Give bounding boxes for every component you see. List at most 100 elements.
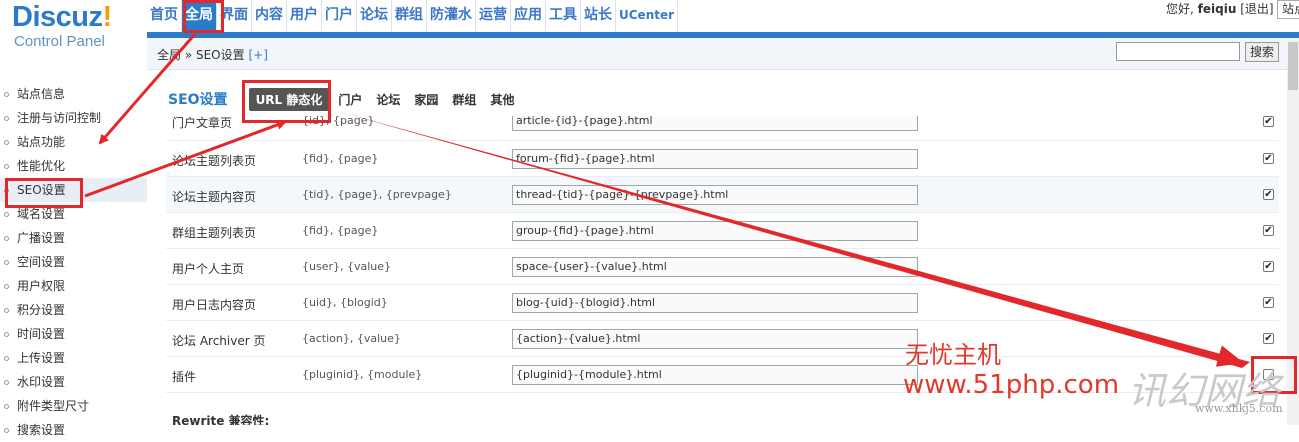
rule-format-input[interactable]: space-{user}-{value}.html: [512, 257, 918, 277]
search-input[interactable]: [1116, 42, 1240, 61]
nav-item[interactable]: 论坛: [357, 0, 392, 32]
seo-tab[interactable]: 门户: [338, 91, 362, 108]
sidebar-item[interactable]: 搜索设置: [0, 418, 147, 442]
nav-item[interactable]: 门户: [322, 0, 357, 32]
sidebar-item[interactable]: 空间设置: [0, 250, 147, 274]
nav-item[interactable]: 首页: [147, 0, 182, 32]
rule-format-input[interactable]: thread-{tid}-{page}-{prevpage}.html: [512, 185, 918, 205]
nav-item[interactable]: 内容: [252, 0, 287, 32]
bullet-icon: [4, 116, 9, 121]
discuz-logo[interactable]: Discuz! Control Panel: [12, 0, 112, 50]
bullet-icon: [4, 212, 9, 217]
table-row: 用户日志内容页 {uid}, {blogid} blog-{uid}-{blogid…: [166, 285, 1279, 321]
nav-item[interactable]: 站长: [581, 0, 616, 32]
sidebar: 站点信息 注册与访问控制 站点功能 性能优化 SEO设置 域名设置 广播设置 空间设置 用户权限…: [0, 70, 147, 437]
nav-item[interactable]: 群组: [392, 0, 427, 32]
user-greeting: 您好,: [1166, 2, 1198, 16]
highlight-seo-sidebar: [5, 178, 83, 208]
search-button[interactable]: 搜索: [1245, 42, 1279, 62]
table-row: 论坛主题内容页 {tid}, {page}, {prevpage} thread-{…: [166, 177, 1279, 213]
rule-name: 群组主题列表页: [172, 226, 257, 240]
rule-enabled-checkbox[interactable]: ✔: [1263, 189, 1274, 200]
highlight-global-tab: [183, 0, 224, 33]
sidebar-item-label: 空间设置: [17, 255, 66, 269]
page-title: SEO设置: [168, 92, 228, 108]
sidebar-item[interactable]: 广播设置: [0, 226, 147, 250]
rule-format-input[interactable]: group-{fid}-{page}.html: [512, 221, 918, 241]
seo-tab[interactable]: 论坛: [376, 91, 400, 108]
sidebar-item-label: 附件类型尺寸: [17, 399, 90, 413]
rule-variables: {uid}, {blogid}: [302, 296, 388, 309]
sidebar-item[interactable]: 站点功能: [0, 130, 147, 154]
rule-enabled-checkbox[interactable]: ✔: [1263, 153, 1274, 164]
highlight-url-tab: [242, 80, 331, 123]
rule-enabled-checkbox[interactable]: ✔: [1263, 225, 1274, 236]
nav-item[interactable]: 运营: [476, 0, 511, 32]
table-row: 门户文章页 {id}, {page} article-{id}-{page}.htm…: [166, 116, 1279, 141]
bullet-icon: [4, 428, 9, 433]
sidebar-item[interactable]: 水印设置: [0, 370, 147, 394]
sidebar-item-label: 站点功能: [17, 135, 66, 149]
bullet-icon: [4, 92, 9, 97]
rule-format-input[interactable]: forum-{fid}-{page}.html: [512, 149, 918, 169]
sidebar-item[interactable]: 附件类型尺寸: [0, 394, 147, 418]
rule-name: 用户日志内容页: [172, 298, 257, 312]
sidebar-item-label: 注册与访问控制: [17, 111, 102, 125]
nav-item[interactable]: 工具: [546, 0, 581, 32]
rule-name: 论坛 Archiver 页: [172, 334, 266, 348]
bullet-icon: [4, 404, 9, 409]
sidebar-item-label: 积分设置: [17, 303, 66, 317]
rule-variables: {pluginid}, {module}: [302, 368, 423, 381]
nav-item[interactable]: 用户: [287, 0, 322, 32]
rule-enabled-checkbox[interactable]: ✔: [1263, 116, 1274, 127]
seo-tab[interactable]: 群组: [452, 91, 476, 108]
rule-format-input[interactable]: {pluginid}-{module}.html: [512, 365, 918, 385]
logo-bang: !: [102, 1, 112, 33]
sidebar-item[interactable]: 注册与访问控制: [0, 106, 147, 130]
rewrite-rules-table: 门户文章页 {id}, {page} article-{id}-{page}.htm…: [166, 116, 1279, 393]
sidebar-item-label: 水印设置: [17, 375, 66, 389]
rule-variables: {action}, {value}: [302, 332, 401, 345]
rule-enabled-checkbox[interactable]: ✔: [1263, 261, 1274, 272]
rule-format-input[interactable]: article-{id}-{page}.html: [512, 116, 918, 131]
breadcrumb: 全局 » SEO设置 [+]: [157, 46, 268, 63]
table-row: 论坛 Archiver 页 {action}, {value} {action}-{…: [166, 321, 1279, 357]
bullet-icon: [4, 284, 9, 289]
sidebar-item[interactable]: 性能优化: [0, 154, 147, 178]
add-shortcut-link[interactable]: [+]: [248, 48, 267, 62]
logo-text: Discuz: [12, 1, 103, 33]
rule-enabled-checkbox[interactable]: ✔: [1263, 297, 1274, 308]
table-row: 论坛主题列表页 {fid}, {page} forum-{fid}-{page}.h…: [166, 141, 1279, 177]
sidebar-item[interactable]: 站点信息: [0, 82, 147, 106]
rule-enabled-checkbox[interactable]: ✔: [1263, 333, 1274, 344]
site-selector[interactable]: 站点: [1277, 0, 1299, 19]
watermark-title: 无忧主机: [905, 341, 1001, 369]
nav-item[interactable]: 防灌水: [427, 0, 476, 32]
rule-name: 论坛主题内容页: [172, 190, 257, 204]
sidebar-item[interactable]: 用户权限: [0, 274, 147, 298]
rule-name: 论坛主题列表页: [172, 154, 257, 168]
sidebar-item[interactable]: 上传设置: [0, 346, 147, 370]
rule-format-input[interactable]: {action}-{value}.html: [512, 329, 918, 349]
nav-item[interactable]: UCenter: [616, 0, 679, 32]
bullet-icon: [4, 332, 9, 337]
user-bar: 您好, feiqiu [退出]: [1166, 0, 1274, 17]
bullet-icon: [4, 380, 9, 385]
breadcrumb-bar: 全局 » SEO设置 [+] 搜索: [147, 38, 1299, 70]
rule-variables: {tid}, {page}, {prevpage}: [302, 188, 452, 201]
scroll-thumb[interactable]: [1288, 42, 1298, 90]
nav-item[interactable]: 应用: [511, 0, 546, 32]
breadcrumb-path: 全局 » SEO设置: [157, 48, 245, 62]
bullet-icon: [4, 140, 9, 145]
sidebar-item-label: 搜索设置: [17, 423, 66, 437]
rule-format-input[interactable]: blog-{uid}-{blogid}.html: [512, 293, 918, 313]
sidebar-item[interactable]: 积分设置: [0, 298, 147, 322]
rule-variables: {fid}, {page}: [302, 224, 379, 237]
rule-variables: {fid}, {page}: [302, 152, 379, 165]
bullet-icon: [4, 260, 9, 265]
seo-tab[interactable]: 家园: [414, 91, 438, 108]
logout-link[interactable]: [退出]: [1240, 2, 1273, 16]
top-nav: 首页 全局 界面 内容 用户 门户 论坛 群组 防灌水 运营 应用 工具 站长 UCenter: [147, 0, 679, 32]
sidebar-item[interactable]: 时间设置: [0, 322, 147, 346]
seo-tab[interactable]: 其他: [490, 91, 514, 108]
